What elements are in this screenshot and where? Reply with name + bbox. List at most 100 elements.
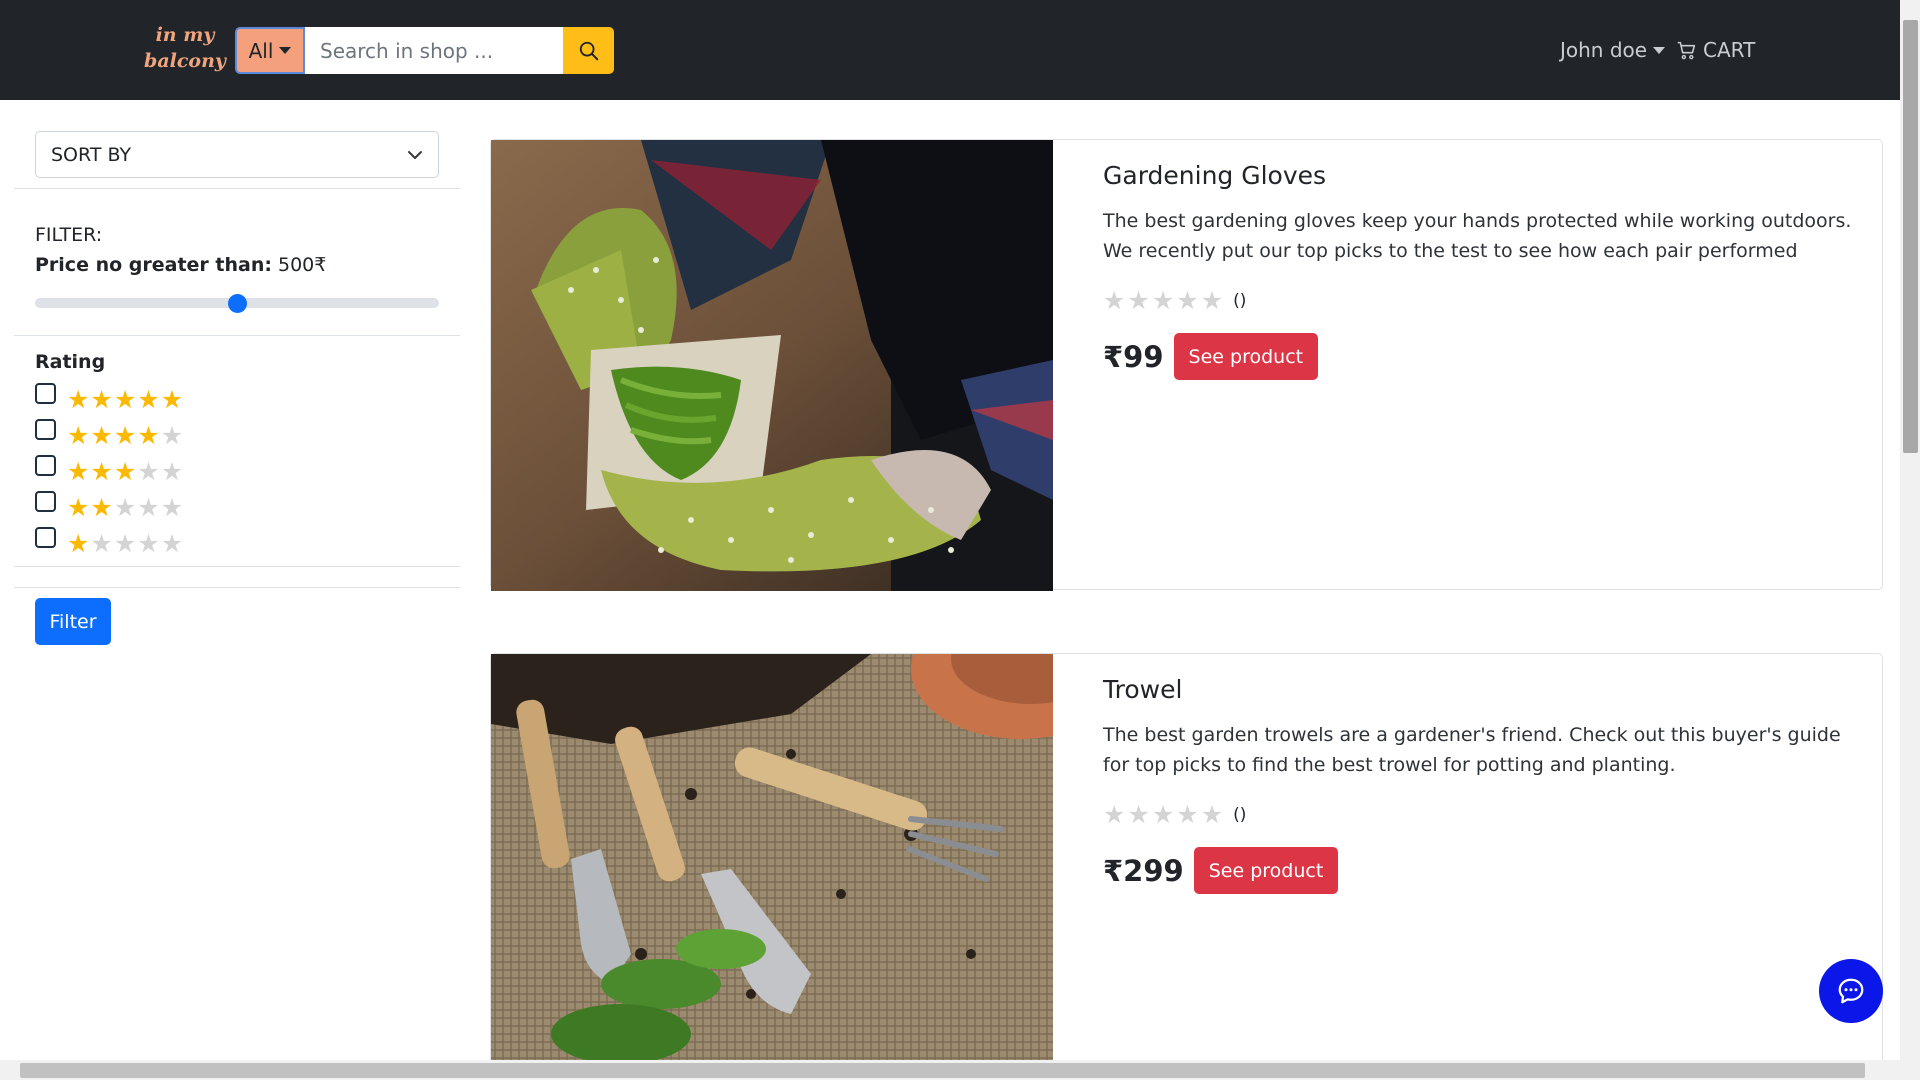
vertical-scrollbar-thumb[interactable]	[1903, 20, 1918, 453]
star-icon: ★	[113, 421, 137, 450]
caret-down-icon	[1653, 46, 1666, 54]
see-product-button[interactable]: See product	[1193, 847, 1339, 894]
star-icon: ★	[1127, 286, 1150, 315]
top-navbar: in my balcony All John doe CART	[0, 0, 1900, 100]
rating-checkbox[interactable]	[35, 455, 56, 476]
user-name: John doe	[1560, 38, 1648, 62]
price-label: Price no greater than:	[35, 254, 272, 276]
star-icon: ★	[1176, 286, 1199, 315]
caret-down-icon	[279, 47, 292, 54]
search-button[interactable]	[563, 27, 614, 74]
price-row: ₹99 See product	[1103, 333, 1853, 380]
divider	[14, 587, 460, 588]
star-icon: ★	[137, 457, 160, 486]
chat-bubble-icon	[1838, 978, 1864, 1004]
star-icon: ★	[67, 385, 90, 414]
star-icon: ★	[137, 421, 160, 450]
star-icon: ★	[1127, 800, 1150, 829]
star-icon: ★	[113, 529, 137, 558]
rating-option-5[interactable]: ★ ★ ★ ★ ★	[35, 383, 183, 413]
rating-stars: ★ ★ ★ ★ ★	[67, 459, 183, 484]
star-icon: ★	[67, 421, 90, 450]
gardening-gloves-photo	[491, 140, 1053, 591]
filter-heading: FILTER:	[35, 224, 103, 246]
rating-heading: Rating	[35, 351, 106, 373]
rating-stars: ★ ★ ★ ★ ★	[67, 495, 183, 520]
star-icon: ★	[90, 529, 113, 558]
chevron-down-icon	[408, 150, 422, 159]
trowel-photo	[491, 654, 1053, 1061]
star-icon: ★	[1103, 286, 1126, 315]
filter-button[interactable]: Filter	[35, 598, 111, 645]
rating-option-1[interactable]: ★ ★ ★ ★ ★	[35, 527, 183, 557]
cart-link[interactable]: CART	[1676, 38, 1755, 62]
product-card-body: Gardening Gloves The best gardening glov…	[1103, 160, 1853, 380]
product-title[interactable]: Gardening Gloves	[1103, 160, 1853, 192]
divider	[14, 566, 460, 567]
divider	[14, 188, 460, 189]
star-icon: ★	[90, 457, 113, 486]
star-icon: ★	[1151, 800, 1175, 829]
star-icon: ★	[90, 493, 113, 522]
category-dropdown[interactable]: All	[235, 27, 305, 74]
rating-stars: ★ ★ ★ ★ ★	[67, 531, 183, 556]
cart-icon	[1677, 41, 1696, 59]
star-icon: ★	[160, 457, 184, 486]
star-icon: ★	[67, 457, 90, 486]
star-icon: ★	[160, 493, 184, 522]
category-label: All	[248, 38, 274, 63]
search-group: All	[235, 27, 614, 74]
star-icon: ★	[67, 529, 90, 558]
price-value: 500₹	[278, 254, 327, 276]
star-icon: ★	[160, 385, 184, 414]
product-rating: ★ ★ ★ ★ ★ ()	[1103, 288, 1853, 313]
brand-line-1: in my	[155, 24, 215, 46]
star-icon: ★	[160, 529, 184, 558]
rating-count: ()	[1233, 804, 1247, 825]
rating-stars: ★ ★ ★ ★ ★	[1103, 802, 1223, 827]
product-description: The best gardening gloves keep your hand…	[1103, 210, 1852, 262]
product-title[interactable]: Trowel	[1103, 674, 1853, 706]
star-icon: ★	[1200, 286, 1224, 315]
chat-button[interactable]	[1819, 959, 1883, 1023]
rating-option-3[interactable]: ★ ★ ★ ★ ★	[35, 455, 183, 485]
product-image-trowel[interactable]	[491, 654, 1053, 1061]
star-icon: ★	[113, 493, 137, 522]
see-product-button[interactable]: See product	[1173, 333, 1319, 380]
star-icon: ★	[1151, 286, 1175, 315]
price-filter-label: Price no greater than: 500₹	[35, 254, 326, 276]
sort-by-select[interactable]: SORT BY	[35, 131, 439, 178]
brand-logo[interactable]: in my balcony	[140, 22, 230, 74]
search-input[interactable]	[305, 27, 563, 74]
horizontal-scrollbar-thumb[interactable]	[20, 1063, 1865, 1078]
search-icon	[579, 41, 598, 60]
user-menu-dropdown[interactable]: John doe	[1560, 38, 1666, 62]
rating-count: ()	[1233, 290, 1247, 311]
star-icon: ★	[137, 529, 160, 558]
price-slider-thumb[interactable]	[228, 294, 247, 313]
rating-option-2[interactable]: ★ ★ ★ ★ ★	[35, 491, 183, 521]
star-icon: ★	[113, 457, 137, 486]
star-icon: ★	[113, 385, 137, 414]
star-icon: ★	[90, 421, 113, 450]
product-card: Trowel The best garden trowels are a gar…	[490, 653, 1883, 1061]
star-icon: ★	[137, 493, 160, 522]
star-icon: ★	[1176, 800, 1199, 829]
star-icon: ★	[67, 493, 90, 522]
product-rating: ★ ★ ★ ★ ★ ()	[1103, 802, 1853, 827]
rating-checkbox[interactable]	[35, 419, 56, 440]
cart-label: CART	[1703, 38, 1756, 62]
product-image-gloves[interactable]	[491, 140, 1053, 591]
star-icon: ★	[1200, 800, 1224, 829]
rating-checkbox[interactable]	[35, 491, 56, 512]
star-icon: ★	[90, 385, 113, 414]
product-price: ₹299	[1103, 853, 1184, 888]
rating-option-4[interactable]: ★ ★ ★ ★ ★	[35, 419, 183, 449]
product-description: The best garden trowels are a gardener's…	[1103, 724, 1841, 776]
divider	[14, 335, 460, 336]
star-icon: ★	[137, 385, 160, 414]
rating-checkbox[interactable]	[35, 527, 56, 548]
sort-by-label: SORT BY	[51, 143, 132, 166]
star-icon: ★	[160, 421, 184, 450]
rating-checkbox[interactable]	[35, 383, 56, 404]
